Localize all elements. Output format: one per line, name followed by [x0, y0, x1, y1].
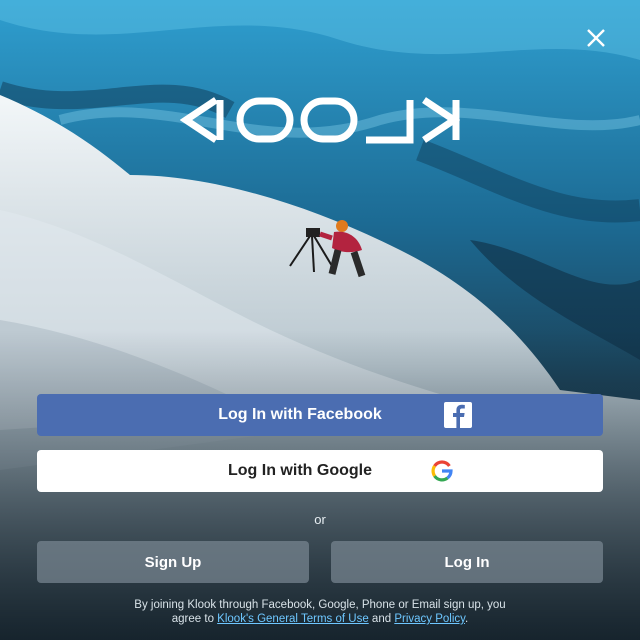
terms-of-use-link[interactable]: Klook's General Terms of Use — [217, 613, 369, 625]
log-in-label: Log In — [444, 553, 490, 571]
sign-up-button[interactable]: Sign Up — [37, 541, 309, 583]
google-login-button[interactable]: Log In with Google — [37, 450, 603, 492]
facebook-login-label: Log In with Facebook — [218, 406, 382, 423]
sign-up-label: Sign Up — [144, 553, 202, 571]
close-icon — [587, 29, 605, 47]
google-icon — [430, 459, 454, 483]
privacy-policy-link[interactable]: Privacy Policy — [394, 613, 465, 625]
legal-line-2: agree to Klook's General Terms of Use an… — [30, 612, 610, 626]
legal-period: . — [465, 613, 469, 625]
legal-agree-text: agree to — [171, 613, 214, 625]
close-button[interactable] — [582, 24, 610, 52]
klook-logo — [179, 96, 461, 144]
or-divider: or — [314, 512, 326, 527]
photographer-illustration — [280, 214, 390, 298]
log-in-button[interactable]: Log In — [331, 541, 603, 583]
legal-line-1: By joining Klook through Facebook, Googl… — [134, 599, 506, 611]
legal-notice: By joining Klook through Facebook, Googl… — [30, 598, 610, 626]
klook-logo-mark — [179, 97, 461, 144]
google-login-label: Log In with Google — [228, 462, 372, 479]
login-screen: Log In with Facebook Log In with Google … — [0, 0, 640, 640]
facebook-icon — [444, 402, 472, 428]
legal-and-text: and — [371, 613, 392, 625]
facebook-login-button[interactable]: Log In with Facebook — [37, 394, 603, 436]
